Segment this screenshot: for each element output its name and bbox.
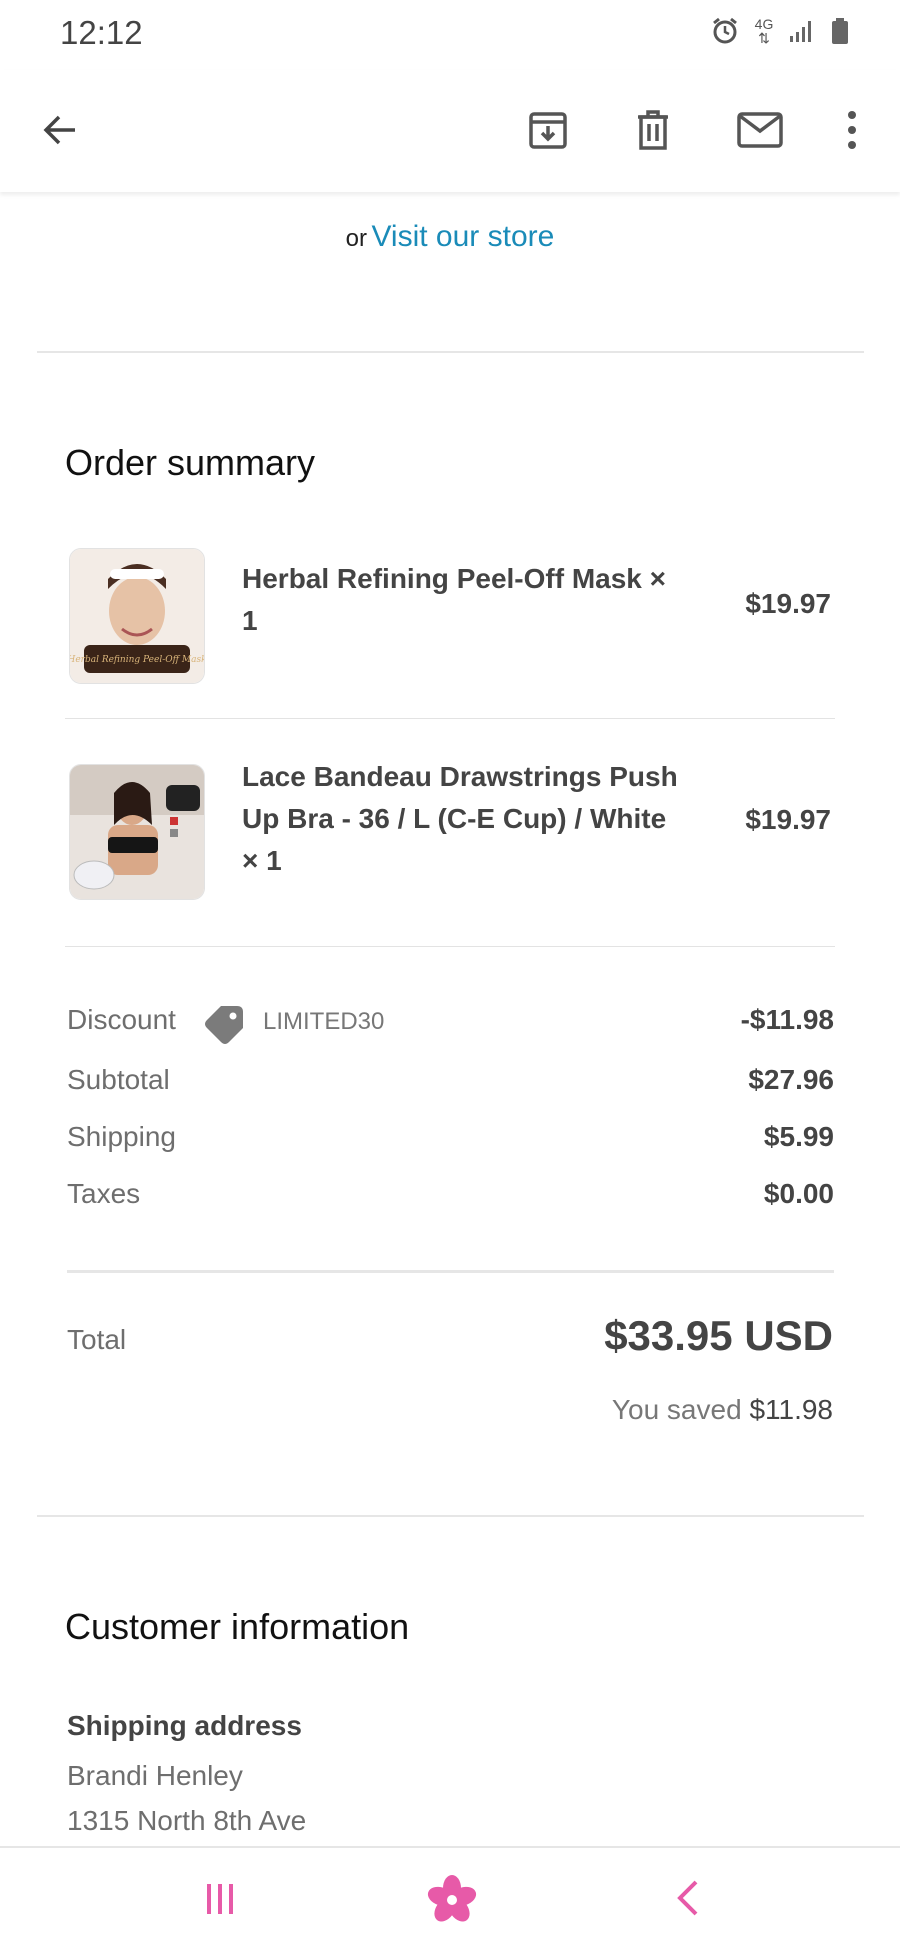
flower-home-icon bbox=[427, 1875, 477, 1922]
back-button[interactable] bbox=[30, 100, 90, 160]
mark-unread-button[interactable] bbox=[728, 100, 792, 160]
battery-icon bbox=[832, 18, 848, 44]
saved-label: You saved bbox=[611, 1394, 742, 1425]
total-value: $33.95 USD bbox=[604, 1312, 833, 1359]
status-time: 12:12 bbox=[60, 14, 143, 51]
chevron-left-icon bbox=[677, 1880, 698, 1916]
item-name: Herbal Refining Peel-Off Mask × 1 bbox=[242, 563, 666, 636]
saved-value: $11.98 bbox=[749, 1394, 833, 1425]
item-price: $19.97 bbox=[745, 588, 831, 619]
customer-name: Brandi Henley bbox=[67, 1760, 243, 1791]
mask-product-image: Herbal Refining Peel-Off Mask bbox=[70, 549, 204, 683]
item-name: Lace Bandeau Drawstrings Push Up Bra - 3… bbox=[242, 761, 678, 876]
discount-value: -$11.98 bbox=[740, 1004, 834, 1035]
bra-product-image bbox=[70, 765, 204, 899]
visit-store-link[interactable]: Visit our store bbox=[371, 220, 554, 253]
more-options-button[interactable] bbox=[822, 100, 882, 160]
shipping-row: Shipping $5.99 bbox=[67, 1121, 834, 1161]
delete-button[interactable] bbox=[623, 100, 683, 160]
app-bar bbox=[0, 70, 900, 192]
total-divider bbox=[67, 1270, 834, 1273]
back-nav-button[interactable] bbox=[658, 1868, 718, 1928]
mail-icon bbox=[737, 112, 783, 148]
discount-code: LIMITED30 bbox=[263, 1008, 385, 1035]
arrow-left-icon bbox=[43, 115, 75, 145]
archive-button[interactable] bbox=[518, 100, 578, 160]
discount-label: Discount bbox=[67, 1004, 176, 1035]
recents-button[interactable] bbox=[190, 1868, 250, 1928]
store-or-text: or bbox=[345, 225, 368, 252]
section-divider bbox=[37, 351, 864, 353]
product-thumbnail[interactable] bbox=[69, 764, 205, 900]
recents-icon bbox=[207, 1884, 233, 1914]
shipping-address-label: Shipping address bbox=[67, 1710, 302, 1741]
subtotal-label: Subtotal bbox=[67, 1064, 170, 1095]
status-bar: 12:12 4G ⇅ bbox=[0, 0, 900, 70]
home-button[interactable] bbox=[420, 1868, 484, 1932]
section-divider bbox=[37, 1515, 864, 1517]
item-divider bbox=[65, 946, 835, 947]
tag-icon bbox=[205, 1006, 243, 1044]
total-label: Total bbox=[67, 1324, 127, 1355]
item-divider bbox=[65, 718, 835, 719]
taxes-label: Taxes bbox=[67, 1178, 141, 1209]
alarm-icon bbox=[713, 17, 737, 44]
taxes-value: $0.00 bbox=[763, 1178, 834, 1209]
order-summary-title: Order summary bbox=[65, 442, 316, 483]
signal-icon bbox=[790, 21, 811, 42]
product-thumbnail[interactable]: Herbal Refining Peel-Off Mask bbox=[69, 548, 205, 684]
item-price: $19.97 bbox=[745, 804, 831, 835]
subtotal-row: Subtotal $27.96 bbox=[67, 1064, 834, 1104]
network-type-label: 4G ⇅ bbox=[754, 16, 774, 46]
discount-row: Discount LIMITED30 -$11.98 bbox=[67, 1004, 834, 1044]
status-icons: 4G ⇅ bbox=[710, 16, 850, 46]
address-line-1: 1315 North 8th Ave bbox=[67, 1805, 307, 1836]
more-vert-icon bbox=[848, 111, 856, 149]
shipping-value: $5.99 bbox=[763, 1121, 834, 1152]
shipping-label: Shipping bbox=[67, 1121, 176, 1152]
archive-icon bbox=[529, 112, 567, 149]
order-item: Herbal Refining Peel-Off Mask Herbal Ref… bbox=[65, 548, 835, 688]
trash-icon bbox=[638, 110, 668, 150]
taxes-row: Taxes $0.00 bbox=[67, 1178, 834, 1218]
store-line: or Visit our store bbox=[0, 220, 900, 254]
system-nav-bar bbox=[0, 1846, 900, 1952]
subtotal-value: $27.96 bbox=[748, 1064, 834, 1095]
order-item: Lace Bandeau Drawstrings Push Up Bra - 3… bbox=[65, 761, 835, 904]
svg-text:Herbal Refining Peel-Off Mask: Herbal Refining Peel-Off Mask bbox=[70, 655, 204, 665]
saved-text: You saved $11.98 bbox=[612, 1394, 833, 1426]
customer-info-title: Customer information bbox=[65, 1606, 410, 1647]
